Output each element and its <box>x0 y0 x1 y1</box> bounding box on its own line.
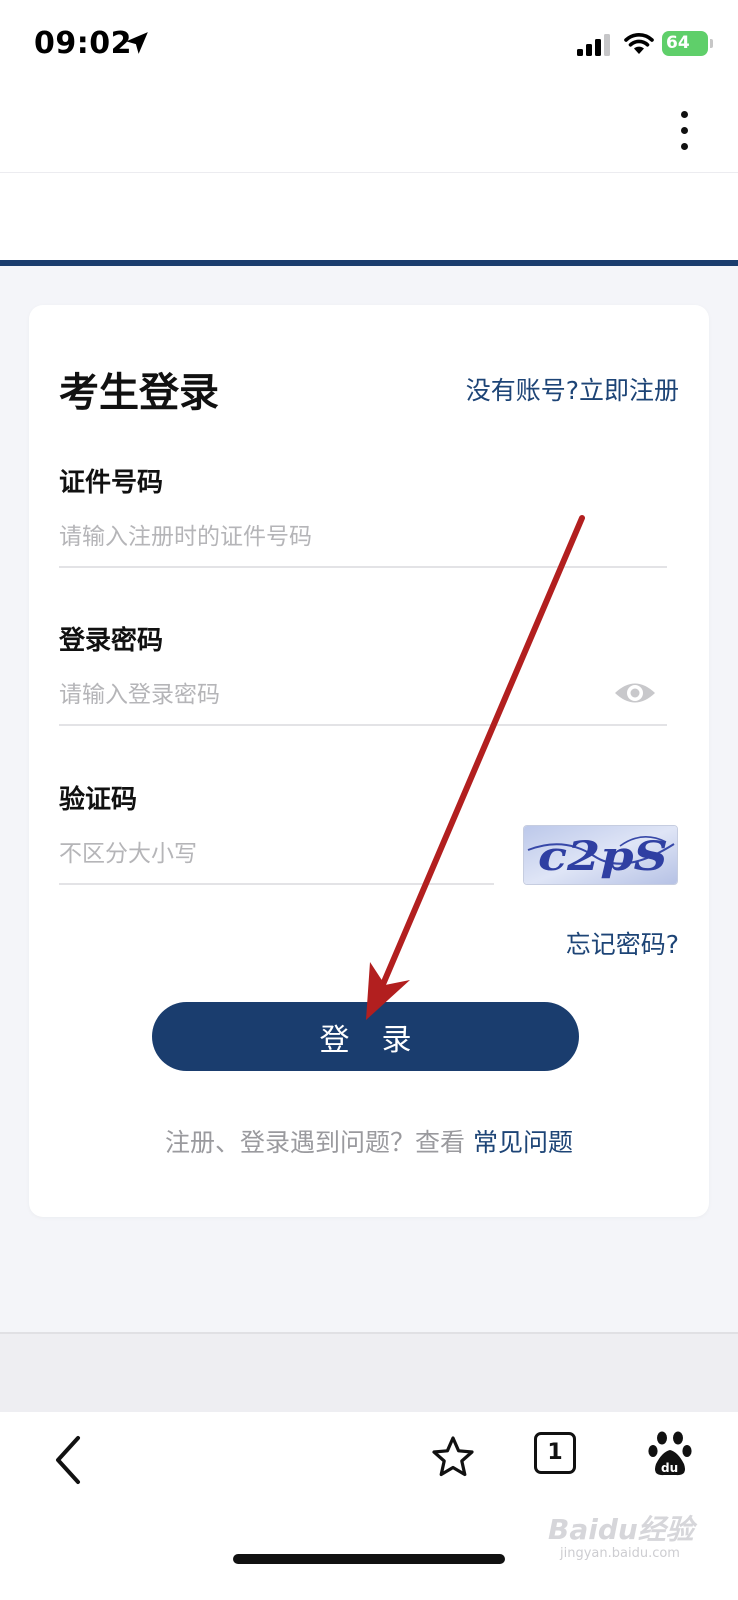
help-text-line: 注册、登录遇到问题？查看 常见问题 <box>29 1123 709 1159</box>
eye-icon[interactable] <box>613 678 657 708</box>
signal-icon <box>577 34 610 56</box>
page-title: 考生登录 <box>59 370 219 416</box>
password-label: 登录密码 <box>59 626 164 656</box>
captcha-image[interactable]: c2pS <box>523 825 678 885</box>
location-arrow-icon <box>126 32 148 54</box>
battery-icon: 64 <box>662 31 713 56</box>
login-card: 考生登录 没有账号?立即注册 证件号码 登录密码 验证码 c2pS 忘记密码? … <box>29 305 709 1217</box>
watermark-logo: Baidu经验 <box>548 1513 694 1546</box>
faq-link[interactable]: 常见问题 <box>473 1128 573 1157</box>
star-icon[interactable] <box>430 1434 476 1480</box>
more-vertical-icon[interactable] <box>674 108 694 154</box>
baidu-paw-icon[interactable]: du <box>648 1430 692 1478</box>
battery-level: 64 <box>666 33 690 53</box>
browser-top-bar <box>0 88 738 260</box>
login-button[interactable]: 登录 <box>152 1002 579 1071</box>
captcha-text: c2pS <box>538 833 668 880</box>
browser-bottom-nav: 1 du Baidu经验 jingyan.baidu.com <box>0 1412 738 1600</box>
id-number-input[interactable] <box>59 508 667 568</box>
header-accent-rule <box>0 260 738 266</box>
status-bar: 09:02 64 <box>0 0 738 88</box>
tabs-icon[interactable]: 1 <box>534 1432 576 1474</box>
wifi-icon <box>624 33 654 54</box>
forgot-password-link[interactable]: 忘记密码? <box>566 925 679 961</box>
back-icon[interactable] <box>50 1432 86 1488</box>
home-indicator <box>233 1554 505 1564</box>
watermark-url: jingyan.baidu.com <box>560 1546 680 1561</box>
top-divider <box>0 172 738 173</box>
captcha-label: 验证码 <box>59 785 138 815</box>
id-number-label: 证件号码 <box>59 468 164 498</box>
captcha-input[interactable] <box>59 825 494 885</box>
register-link[interactable]: 没有账号?立即注册 <box>466 371 679 407</box>
help-text: 注册、登录遇到问题？查看 <box>165 1128 466 1157</box>
status-time: 09:02 <box>34 26 132 61</box>
page-footer-band <box>0 1332 738 1412</box>
svg-text:du: du <box>661 1461 678 1475</box>
password-input[interactable] <box>59 666 667 726</box>
battery-nub <box>710 39 713 48</box>
